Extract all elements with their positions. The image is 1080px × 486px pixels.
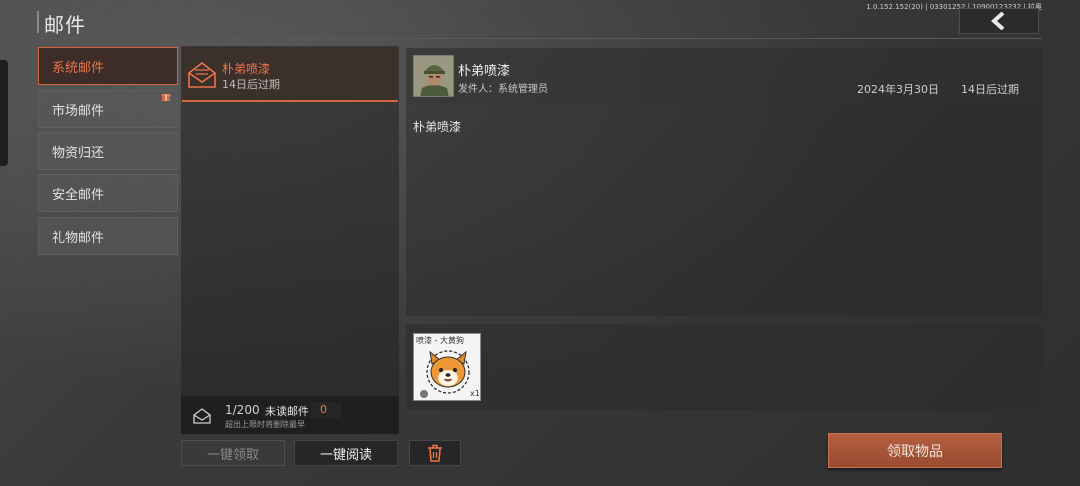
gift-icon <box>161 94 171 101</box>
attachment-quantity: x1 <box>470 389 480 398</box>
chevron-left-icon <box>990 12 1005 30</box>
tab-supply-return[interactable]: 物资归还 <box>38 132 178 170</box>
mail-list <box>181 46 399 434</box>
mail-title: 朴弟喷漆 <box>458 64 511 79</box>
mail-date: 2024年3月30日 <box>857 83 939 96</box>
tab-label: 安全邮件 <box>52 187 105 203</box>
soldier-avatar-icon <box>414 56 453 96</box>
header-divider <box>37 38 1042 39</box>
tab-gift-mail[interactable]: 礼物邮件 <box>38 217 178 255</box>
mail-expire: 14日后过期 <box>961 83 1019 96</box>
mail-item-title: 朴弟喷漆 <box>222 62 271 76</box>
back-button[interactable] <box>959 8 1039 34</box>
open-envelope-icon <box>188 61 216 88</box>
attachments-panel <box>406 324 1042 410</box>
mailbox-icon <box>193 408 211 424</box>
limit-note: 超出上限时将删除最早 <box>225 420 305 429</box>
mail-body-text: 朴弟喷漆 <box>413 120 462 134</box>
title-accent-bar <box>37 11 39 33</box>
unread-count: 0 <box>311 402 341 418</box>
claim-all-button[interactable]: 一键领取 <box>181 440 285 466</box>
tab-security-mail[interactable]: 安全邮件 <box>38 174 178 212</box>
tab-label: 系统邮件 <box>52 60 105 76</box>
claim-items-button[interactable]: 领取物品 <box>828 433 1002 468</box>
tab-system-mail[interactable]: 系统邮件 <box>38 47 178 85</box>
attachment-label: 喷漆 - 大黄狗 <box>416 336 464 345</box>
tab-label: 礼物邮件 <box>52 230 105 246</box>
read-all-button[interactable]: 一键阅读 <box>294 440 398 466</box>
trash-icon <box>428 444 442 462</box>
side-handle[interactable] <box>0 60 8 166</box>
tab-market-mail[interactable]: 市场邮件 <box>38 90 178 128</box>
unread-label: 未读邮件 <box>265 405 309 418</box>
sender-avatar <box>413 55 454 97</box>
delete-button[interactable] <box>409 440 461 466</box>
mail-count: 1/200 <box>225 403 260 417</box>
mail-item-expire: 14日后过期 <box>222 78 280 91</box>
mail-sender: 发件人：系统管理员 <box>458 84 548 95</box>
mail-detail-body <box>406 104 1042 316</box>
tab-label: 市场邮件 <box>52 103 105 119</box>
page-title: 邮件 <box>44 13 86 37</box>
tab-label: 物资归还 <box>52 145 105 161</box>
